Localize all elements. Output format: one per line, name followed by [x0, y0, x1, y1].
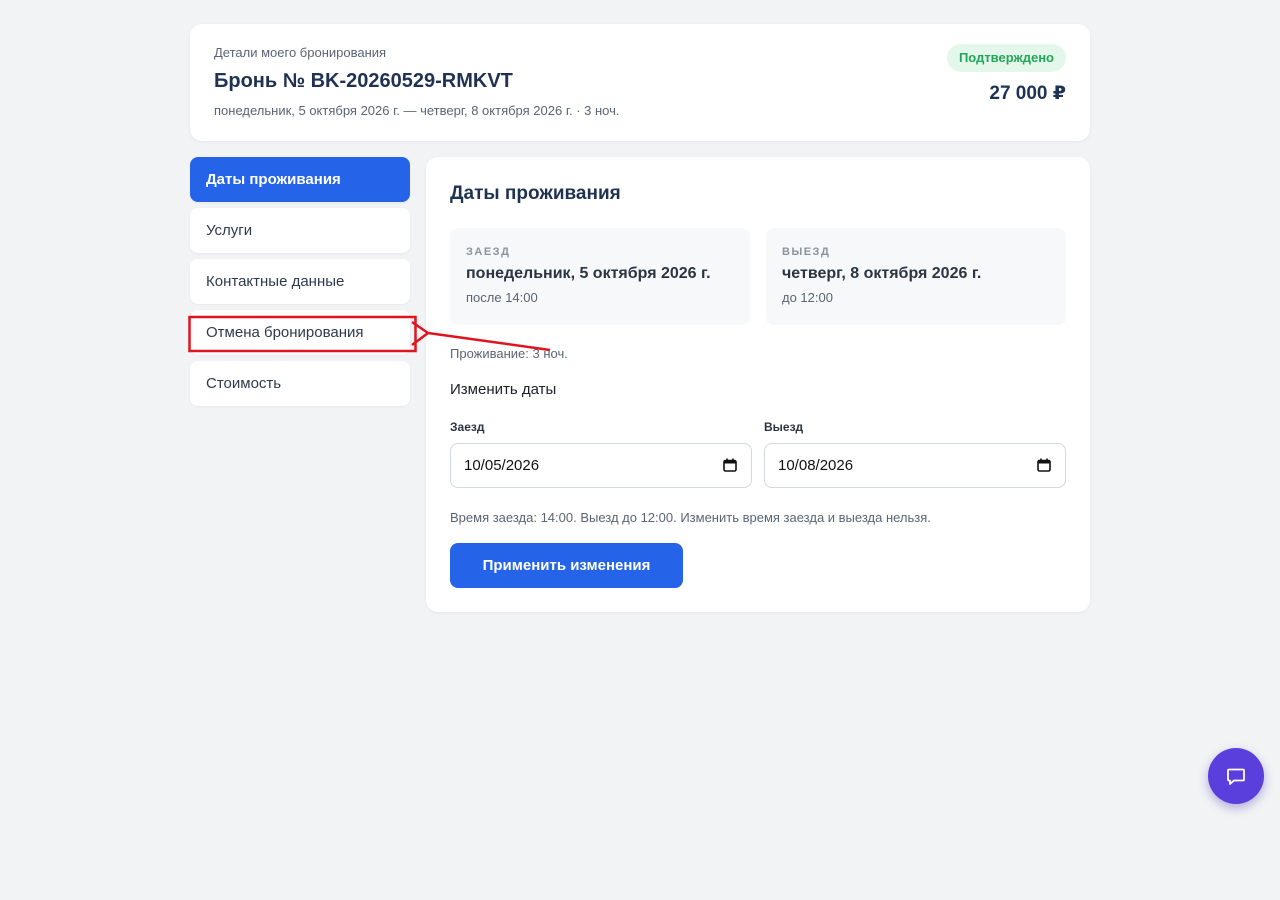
- checkin-label: ЗАЕЗД: [466, 246, 511, 258]
- sidebar-item-cost[interactable]: Стоимость: [190, 361, 410, 406]
- sidebar-nav: Даты проживания Услуги Контактные данные…: [190, 157, 410, 412]
- calendar-icon[interactable]: [1037, 458, 1051, 472]
- checkout-date-input[interactable]: 10/08/2026: [764, 443, 1066, 488]
- checkout-date: четверг, 8 октября 2026 г.: [782, 265, 982, 282]
- dates-panel: Даты проживания ЗАЕЗД понедельник, 5 окт…: [426, 157, 1090, 612]
- stay-length: Проживание: 3 ноч.: [450, 346, 568, 361]
- checkin-date: понедельник, 5 октября 2026 г.: [466, 265, 711, 282]
- checkin-policy-hint: Время заезда: 14:00. Выезд до 12:00. Изм…: [450, 510, 931, 525]
- booking-dates: понедельник, 5 октября 2026 г. — четверг…: [214, 103, 620, 118]
- change-dates-title: Изменить даты: [450, 381, 557, 398]
- checkout-date-value: 10/08/2026: [778, 457, 854, 474]
- panel-title: Даты проживания: [450, 183, 621, 204]
- checkin-time: после 14:00: [466, 290, 538, 305]
- checkout-summary: ВЫЕЗД четверг, 8 октября 2026 г. до 12:0…: [766, 228, 1066, 325]
- status-badge: Подтверждено: [946, 44, 1066, 72]
- checkout-field-label: Выезд: [764, 420, 804, 434]
- checkout-label: ВЫЕЗД: [782, 246, 831, 258]
- checkin-date-value: 10/05/2026: [464, 457, 540, 474]
- calendar-icon[interactable]: [723, 458, 737, 472]
- sidebar-item-contacts[interactable]: Контактные данные: [190, 259, 410, 304]
- checkout-time: до 12:00: [782, 290, 833, 305]
- sidebar-item-cancellation[interactable]: Отмена бронирования: [190, 310, 410, 355]
- sidebar-item-services[interactable]: Услуги: [190, 208, 410, 253]
- header-subtitle: Детали моего бронирования: [214, 45, 387, 60]
- total-price: 27 000 ₽: [989, 83, 1066, 104]
- apply-changes-button[interactable]: Применить изменения: [450, 543, 683, 588]
- booking-number: Бронь № BK-20260529-RMKVT: [214, 70, 513, 92]
- checkin-summary: ЗАЕЗД понедельник, 5 октября 2026 г. пос…: [450, 228, 750, 325]
- sidebar-item-dates[interactable]: Даты проживания: [190, 157, 410, 202]
- checkin-field-label: Заезд: [450, 420, 485, 434]
- checkin-date-input[interactable]: 10/05/2026: [450, 443, 752, 488]
- chat-button[interactable]: [1208, 748, 1264, 804]
- chat-icon: [1227, 768, 1245, 785]
- booking-header: Детали моего бронирования Бронь № BK-202…: [190, 24, 1090, 141]
